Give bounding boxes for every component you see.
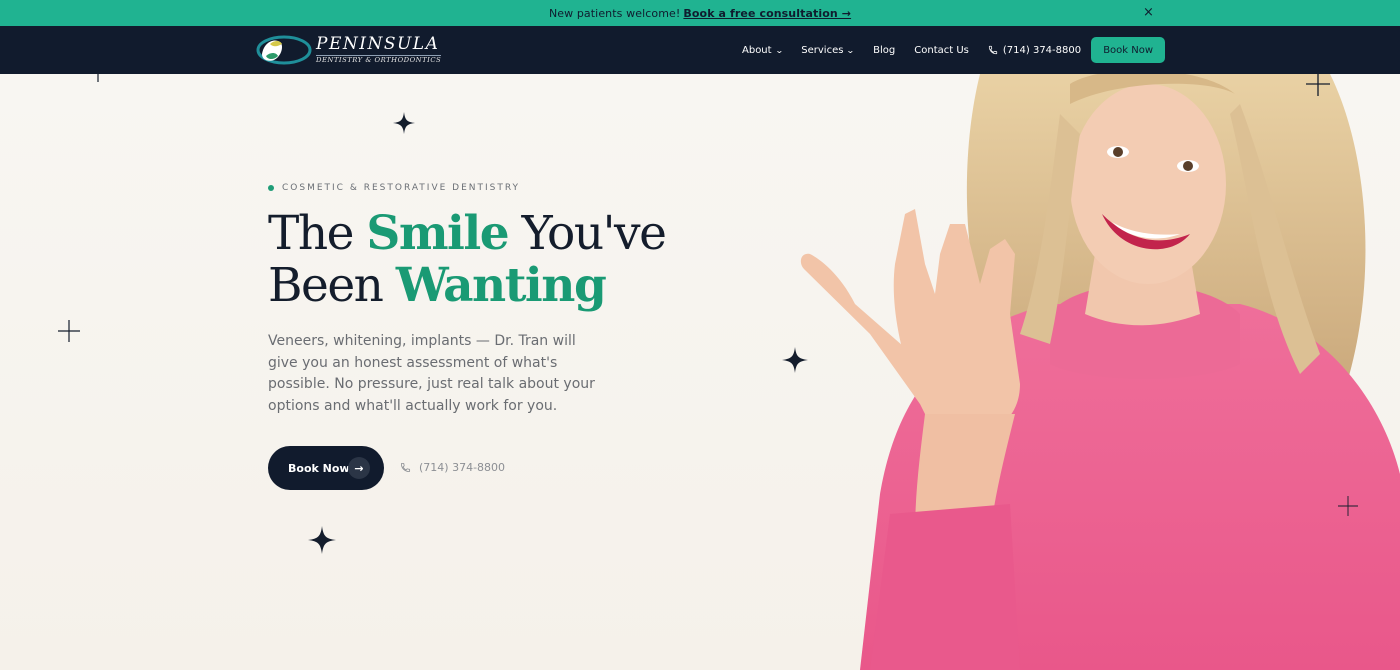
chevron-down-icon: ⌄	[774, 45, 784, 55]
nav-item-label: Contact Us	[914, 44, 969, 56]
hero-description: Veneers, whitening, implants — Dr. Tran …	[268, 333, 595, 414]
nav-item-blog[interactable]: Blog	[873, 45, 895, 56]
headline-text: You've	[508, 206, 667, 261]
hero-phone-number: (714) 374-8800	[419, 461, 506, 474]
hero-headline: The Smile You've Been Wanting	[268, 206, 667, 313]
sparkle-icon	[308, 526, 336, 554]
brand-logo[interactable]: PENINSULA DENTISTRY & ORTHODONTICS	[256, 34, 442, 66]
announcement-text: New patients welcome!	[548, 6, 681, 20]
plus-icon	[1306, 72, 1330, 96]
nav-item-label: Blog	[873, 44, 896, 56]
headline-accent: Smile	[366, 206, 509, 261]
sparkle-icon	[782, 347, 808, 373]
close-icon[interactable]: ×	[1143, 5, 1154, 20]
nav-item-label: Services	[801, 44, 844, 56]
plus-icon	[58, 320, 80, 342]
nav-item-label: About	[742, 44, 772, 56]
plus-icon	[1338, 496, 1358, 516]
nav-item-about[interactable]: About ⌄	[742, 44, 784, 56]
brand-tagline: DENTISTRY & ORTHODONTICS	[316, 55, 442, 65]
announcement-bar: New patients welcome! Book a free consul…	[0, 0, 1400, 26]
sparkle-icon	[393, 112, 415, 134]
headline-text: The	[268, 206, 367, 261]
brand-name: PENINSULA	[316, 34, 440, 55]
hero-eyebrow: COSMETIC & RESTORATIVE DENTISTRY	[268, 183, 520, 193]
nav-book-now-button[interactable]: Book Now	[1091, 37, 1166, 63]
phone-icon	[400, 462, 411, 473]
chevron-down-icon: ⌄	[846, 45, 856, 55]
hero-phone-link[interactable]: (714) 374-8800	[400, 461, 505, 474]
nav-phone-number: (714) 374-8800	[1002, 44, 1082, 56]
cta-label: Book Now	[288, 461, 350, 475]
hero-photo	[720, 74, 1400, 670]
nav-item-services[interactable]: Services ⌄	[801, 44, 856, 56]
arrow-right-icon: →	[348, 457, 370, 479]
plus-icon	[97, 72, 99, 82]
tooth-logo-icon	[256, 35, 312, 65]
phone-icon	[988, 45, 998, 55]
headline-text: Been	[268, 258, 396, 313]
free-consultation-link[interactable]: Book a free consultation →	[683, 7, 851, 20]
eyebrow-dot-icon	[268, 185, 274, 191]
nav-item-contact[interactable]: Contact Us	[914, 45, 969, 56]
hero-book-now-button[interactable]: Book Now →	[268, 446, 384, 490]
eyebrow-text: COSMETIC & RESTORATIVE DENTISTRY	[282, 183, 521, 193]
main-navigation: PENINSULA DENTISTRY & ORTHODONTICS About…	[0, 26, 1400, 74]
headline-accent: Wanting	[395, 258, 607, 313]
nav-phone-link[interactable]: (714) 374-8800	[988, 45, 1081, 56]
nav-links: About ⌄ Services ⌄ Blog Contact Us (714)…	[742, 26, 1166, 74]
